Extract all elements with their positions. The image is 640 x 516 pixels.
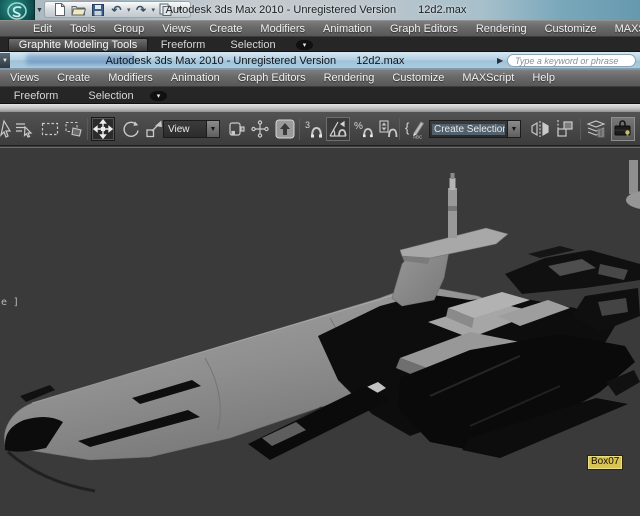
toolbar-separator <box>299 118 300 140</box>
select-by-name-button[interactable] <box>12 117 36 141</box>
menu-customize[interactable]: Customize <box>536 23 606 35</box>
align-button[interactable] <box>553 117 577 141</box>
menu-animation[interactable]: Animation <box>314 23 381 35</box>
dropdown-arrow-icon[interactable]: ▼ <box>206 121 219 137</box>
max-logo-icon <box>6 2 28 20</box>
menu-create[interactable]: Create <box>48 72 99 84</box>
menu-animation[interactable]: Animation <box>162 72 229 84</box>
select-and-manipulate-button[interactable] <box>248 117 272 141</box>
snaps-toggle-3d-button[interactable]: 3 <box>302 117 326 141</box>
background-object-ring[interactable] <box>626 160 640 210</box>
ribbon-tab-selection[interactable]: Selection <box>80 89 142 102</box>
select-and-rotate-button[interactable] <box>119 117 143 141</box>
ribbon-tab-graphite-modeling-tools[interactable]: Graphite Modeling Tools <box>8 38 148 51</box>
menu-graph-editors[interactable]: Graph Editors <box>381 23 467 35</box>
select-and-move-button[interactable] <box>91 117 115 141</box>
search-expand-icon[interactable]: ▶ <box>497 56 503 65</box>
menu-help[interactable]: Help <box>523 72 564 84</box>
toolbar-separator <box>87 118 88 140</box>
document-name-text: 12d2.max <box>356 55 404 67</box>
keyboard-shortcut-override-button[interactable] <box>273 117 297 141</box>
application-menu-button[interactable] <box>0 0 35 22</box>
ribbon-tab-freeform[interactable]: Freeform <box>8 89 64 102</box>
ribbon-tab-freeform[interactable]: Freeform <box>156 38 210 51</box>
graphite-modeling-tools-toggle-button[interactable] <box>611 117 635 141</box>
reference-coordinate-value: View <box>164 124 206 135</box>
menu-graph-editors[interactable]: Graph Editors <box>229 72 315 84</box>
ribbon-tab-row-primary: Graphite Modeling Tools Freeform Selecti… <box>0 37 640 52</box>
menu-modifiers[interactable]: Modifiers <box>251 23 314 35</box>
svg-text:%: % <box>354 121 363 132</box>
angle-snap-toggle-button[interactable] <box>326 117 350 141</box>
rectangular-selection-region-button[interactable] <box>38 117 62 141</box>
reference-coordinate-dropdown[interactable]: View ▼ <box>163 120 220 138</box>
menu-views[interactable]: Views <box>153 23 200 35</box>
menu-tools[interactable]: Tools <box>61 23 105 35</box>
menu-views[interactable]: Views <box>1 72 48 84</box>
window-crossing-toggle-button[interactable] <box>62 117 86 141</box>
menu-maxscript[interactable]: MAXScript <box>453 72 523 84</box>
svg-text:ABC: ABC <box>413 135 423 140</box>
menu-modifiers[interactable]: Modifiers <box>99 72 162 84</box>
object-tooltip: Box07 <box>587 455 623 470</box>
named-selection-set-value: Create Selection Se <box>432 124 505 135</box>
app-title-text: Autodesk 3ds Max 2010 - Unregistered Ver… <box>106 55 337 67</box>
menu-bar-primary: Edit Tools Group Views Create Modifiers … <box>0 20 640 37</box>
window-title: Autodesk 3ds Max 2010 - Unregistered Ver… <box>36 0 596 20</box>
main-toolbar: View ▼ 3 % {ABC Create Selection Se ▼ <box>0 112 640 146</box>
app-title-text: Autodesk 3ds Max 2010 - Unregistered Ver… <box>166 4 397 16</box>
spinner-snap-toggle-button[interactable] <box>376 117 400 141</box>
ribbon-collapsed-strip <box>0 104 640 112</box>
menu-customize[interactable]: Customize <box>383 72 453 84</box>
document-name-text: 12d2.max <box>418 4 466 16</box>
edit-named-selection-sets-button[interactable]: {ABC <box>403 117 427 141</box>
toolbar-separator <box>399 118 400 140</box>
percent-snap-toggle-button[interactable]: % <box>352 117 376 141</box>
menu-create[interactable]: Create <box>200 23 251 35</box>
layer-manager-button[interactable] <box>584 117 608 141</box>
ribbon-minimize-icon[interactable]: ▾ <box>150 91 167 101</box>
window-title-secondary: Autodesk 3ds Max 2010 - Unregistered Ver… <box>10 52 500 69</box>
dropdown-arrow-icon[interactable]: ▼ <box>507 121 520 137</box>
ship-model-canvas[interactable] <box>0 146 640 516</box>
antenna-mast[interactable] <box>448 173 457 238</box>
menu-rendering[interactable]: Rendering <box>467 23 536 35</box>
use-pivot-point-center-button[interactable] <box>224 117 248 141</box>
menu-bar-secondary: Views Create Modifiers Animation Graph E… <box>0 69 640 87</box>
ribbon-tab-selection[interactable]: Selection <box>222 38 284 51</box>
perspective-viewport[interactable]: e ] <box>0 146 640 516</box>
search-input[interactable] <box>507 54 636 67</box>
mirror-button[interactable] <box>528 117 552 141</box>
menu-edit[interactable]: Edit <box>24 23 61 35</box>
ship-model[interactable] <box>4 173 640 491</box>
window-flyout-button[interactable]: ▼ <box>0 53 10 68</box>
ribbon-minimize-icon[interactable]: ▾ <box>296 40 313 50</box>
toolbar-separator <box>580 118 581 140</box>
svg-text:3: 3 <box>305 120 310 130</box>
menu-rendering[interactable]: Rendering <box>315 72 384 84</box>
svg-text:{: { <box>405 120 410 135</box>
named-selection-sets-dropdown[interactable]: Create Selection Se ▼ <box>429 120 521 138</box>
menu-maxscript[interactable]: MAXScript <box>606 23 640 35</box>
menu-group[interactable]: Group <box>105 23 154 35</box>
ribbon-tab-row-secondary: Freeform Selection ▾ <box>0 87 640 104</box>
